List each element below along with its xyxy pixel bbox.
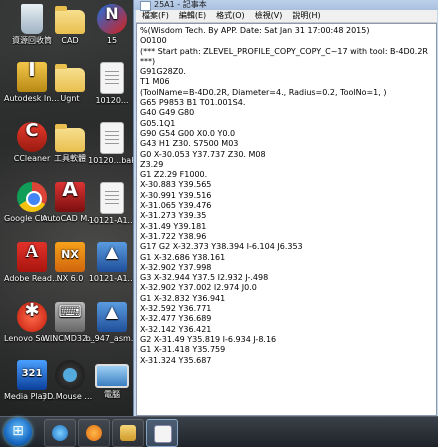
text-line: T1 M06 <box>140 77 170 87</box>
desktop-icon[interactable]: b_947_asm... <box>84 302 140 343</box>
text-line: X-31.722 Y38.96 <box>140 231 207 241</box>
cad-icon <box>97 242 127 272</box>
desktop-icon-label: b_947_asm... <box>85 334 139 343</box>
start-button[interactable] <box>4 418 32 446</box>
wincmd-icon <box>55 302 85 332</box>
desktop-icon-label: 10120...bak <box>88 156 136 165</box>
desktop-icon-label: 10121-A1... <box>88 274 136 283</box>
text-line: G1 X-32.832 Y36.941 <box>140 293 226 303</box>
recycle-icon <box>21 4 43 34</box>
folder-icon <box>120 425 136 441</box>
text-line: X-32.902 Y37.002 I2.974 J0.0 <box>140 283 257 293</box>
folder-icon <box>55 6 85 34</box>
menu-file[interactable]: 檔案(F) <box>140 10 171 22</box>
notepad-icon <box>154 425 172 443</box>
desktop-icon[interactable]: 10121-A1... <box>84 242 140 283</box>
text-line: (*** Start path: ZLEVEL_PROFILE_COPY_COP… <box>140 46 431 66</box>
taskbar-ie-button[interactable] <box>44 419 76 447</box>
text-line: G1 X-31.418 Y35.759 <box>140 345 226 355</box>
text-line: Z3.29 <box>140 159 164 169</box>
desktop-icon[interactable]: 10121-A1... <box>84 182 140 225</box>
text-line: G05.1Q1 <box>140 118 176 128</box>
text-line: G17 G2 X-32.373 Y38.394 I-6.104 J6.353 <box>140 242 303 252</box>
mouse3d-icon <box>55 360 85 390</box>
menu-format[interactable]: 格式(O) <box>214 10 247 22</box>
desktop-icon-label: 10121-A1... <box>88 216 136 225</box>
text-line: %(Wisdom Tech. By APP. Date: Sat Jan 31 … <box>140 26 370 35</box>
taskbar <box>0 416 438 447</box>
folder-icon <box>55 124 85 152</box>
menu-edit[interactable]: 編輯(E) <box>177 10 208 22</box>
computer-icon <box>95 364 129 388</box>
desktop-icon[interactable]: 15 <box>84 4 140 45</box>
desktop-icon[interactable]: 電腦 <box>84 360 140 399</box>
text-line: X-32.477 Y36.689 <box>140 314 212 324</box>
autocad-icon <box>55 182 85 212</box>
text-line: X-32.902 Y37.998 <box>140 262 212 272</box>
text-line: X-31.273 Y39.35 <box>140 211 207 221</box>
text-line: X-32.592 Y36.771 <box>140 304 212 314</box>
text-line: G2 X-31.49 Y35.819 I-6.934 J-8.16 <box>140 334 277 344</box>
doc-icon <box>100 62 124 94</box>
window-titlebar[interactable]: 25A1 - 記事本 <box>134 0 438 11</box>
cad-icon <box>97 302 127 332</box>
menu-view[interactable]: 檢視(V) <box>253 10 285 22</box>
desktop-icon[interactable]: 10120... <box>84 62 140 105</box>
internet-explorer-icon <box>52 425 68 441</box>
text-line: G65 P9853 B1 T01.001S4. <box>140 98 246 108</box>
notepad-window[interactable]: 25A1 - 記事本 檔案(F) 編輯(E) 格式(O) 檢視(V) 說明(H)… <box>133 0 438 416</box>
nx-icon <box>55 242 85 272</box>
doc-icon <box>100 182 124 214</box>
text-line: G40 G49 G80 <box>140 108 195 118</box>
text-line: G91G28Z0. <box>140 67 186 77</box>
text-line: X-30.991 Y39.516 <box>140 190 212 200</box>
doc-icon <box>100 122 124 154</box>
text-line: G0 X-30.053 Y37.737 Z30. M08 <box>140 149 266 159</box>
window-title: 25A1 - 記事本 <box>154 0 207 9</box>
media-player-icon <box>86 425 102 441</box>
notepad-icon <box>140 1 151 11</box>
desktop-icon-label: 10120... <box>95 96 129 105</box>
folder-icon <box>55 64 85 92</box>
desktop-icon[interactable]: 10120...bak <box>84 122 140 165</box>
text-line: G1 Z2.29 F1000. <box>140 170 208 180</box>
app15-icon <box>97 4 127 34</box>
text-line: (ToolName=B-4D0.2R, Diameter=4., Radius=… <box>140 87 387 97</box>
notepad-text-area[interactable]: %(Wisdom Tech. By APP. Date: Sat Jan 31 … <box>136 23 437 416</box>
text-line: X-31.49 Y39.181 <box>140 221 207 231</box>
text-line: O0100 <box>140 36 167 46</box>
menu-bar: 檔案(F) 編輯(E) 格式(O) 檢視(V) 說明(H) <box>136 10 437 23</box>
taskbar-explorer-button[interactable] <box>112 419 144 447</box>
text-line: G3 X-32.944 Y37.5 I2.932 J-.498 <box>140 273 269 283</box>
menu-help[interactable]: 說明(H) <box>290 10 322 22</box>
desktop-icon-label: 電腦 <box>104 390 120 399</box>
text-line: G90 G54 G00 X0.0 Y0.0 <box>140 128 236 138</box>
text-line: X-31.324 Y35.687 <box>140 355 212 365</box>
text-line: X-31.065 Y39.476 <box>140 201 212 211</box>
taskbar-notepad-button[interactable] <box>146 419 178 447</box>
text-line: G1 X-32.686 Y38.161 <box>140 252 226 262</box>
text-line: X-32.142 Y36.421 <box>140 324 212 334</box>
text-line: X-30.883 Y39.565 <box>140 180 212 190</box>
taskbar-media-player-button[interactable] <box>78 419 110 447</box>
desktop-icon-label: 15 <box>106 36 118 45</box>
text-line: G43 H1 Z30. S7500 M03 <box>140 139 239 149</box>
